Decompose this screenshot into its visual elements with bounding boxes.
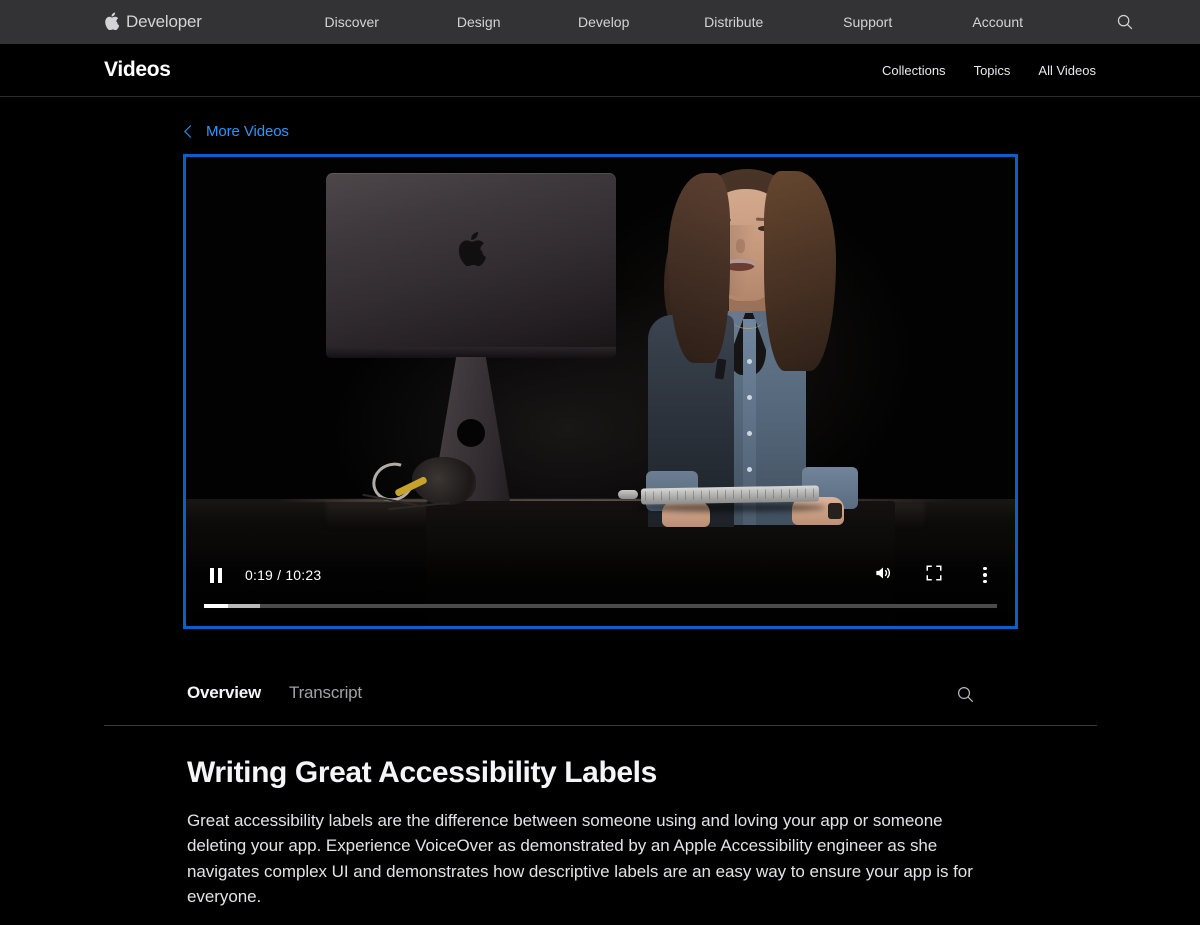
back-link-label: More Videos: [206, 123, 289, 140]
local-nav-item-collections[interactable]: Collections: [882, 63, 946, 78]
pause-icon: [210, 567, 222, 583]
volume-button[interactable]: [871, 563, 895, 587]
local-nav-links: Collections Topics All Videos: [882, 63, 1096, 78]
back-to-more-videos-link[interactable]: More Videos: [184, 123, 289, 140]
more-vertical-icon: [983, 566, 987, 584]
global-nav-links: Discover Design Develop Distribute Suppo…: [288, 14, 1062, 30]
global-navigation-bar: Developer Discover Design Develop Distri…: [0, 0, 1200, 44]
brand-label: Developer: [126, 12, 202, 31]
nav-item-design[interactable]: Design: [416, 14, 542, 30]
nav-item-account[interactable]: Account: [934, 14, 1062, 30]
video-played-range: [204, 604, 228, 608]
nav-item-discover[interactable]: Discover: [288, 14, 416, 30]
imac-stand-cutout: [457, 419, 485, 447]
fullscreen-icon: [925, 564, 943, 587]
global-search-icon[interactable]: [1114, 11, 1136, 33]
volume-icon: [873, 563, 893, 588]
fullscreen-button[interactable]: [922, 563, 946, 587]
local-navigation-bar: Videos Collections Topics All Videos: [0, 44, 1200, 97]
imac-display-back: [326, 173, 616, 358]
presenter-figure: [606, 163, 926, 527]
video-time-display: 0:19 / 10:23: [245, 567, 322, 583]
chevron-left-icon: [184, 125, 197, 138]
presenter-hair-right: [764, 171, 836, 371]
local-nav-item-all-videos[interactable]: All Videos: [1038, 63, 1096, 78]
section-title-videos[interactable]: Videos: [104, 58, 171, 82]
video-description: Great accessibility labels are the diffe…: [187, 810, 973, 907]
presenter-hair-left: [668, 173, 730, 363]
desk-mouse: [618, 490, 638, 499]
page-content: More Videos 0:19 / 10:23 Overview Transc…: [0, 123, 1200, 910]
transcript-search-icon[interactable]: [953, 682, 977, 706]
nav-item-develop[interactable]: Develop: [542, 14, 666, 30]
nav-item-distribute[interactable]: Distribute: [666, 14, 802, 30]
apple-logo-icon: [104, 12, 120, 31]
video-controls-bar: 0:19 / 10:23: [186, 548, 1015, 626]
play-pause-button[interactable]: [204, 563, 228, 587]
imac-computer: [326, 173, 616, 511]
presenter-watch: [828, 503, 842, 519]
content-tabs: Overview Transcript: [104, 678, 1097, 726]
desk-keyboard: [640, 485, 820, 505]
video-player[interactable]: 0:19 / 10:23: [186, 157, 1015, 626]
keyboard-shadow: [636, 503, 826, 512]
tab-overview[interactable]: Overview: [187, 683, 261, 703]
video-progress-bar[interactable]: [204, 604, 997, 608]
local-nav-item-topics[interactable]: Topics: [974, 63, 1011, 78]
apple-developer-brand-link[interactable]: Developer: [104, 12, 202, 32]
video-player-focus-ring: 0:19 / 10:23: [183, 154, 1018, 629]
nav-item-support[interactable]: Support: [802, 14, 934, 30]
apple-logo-icon-imac: [457, 231, 487, 267]
presenter-necklace: [733, 313, 763, 329]
desk-cables: [354, 453, 484, 517]
tab-transcript[interactable]: Transcript: [289, 683, 362, 703]
more-options-button[interactable]: [973, 563, 997, 587]
video-overview-section: Writing Great Accessibility Labels Great…: [187, 756, 987, 910]
video-title: Writing Great Accessibility Labels: [187, 756, 657, 789]
presenter-nose: [736, 239, 745, 253]
